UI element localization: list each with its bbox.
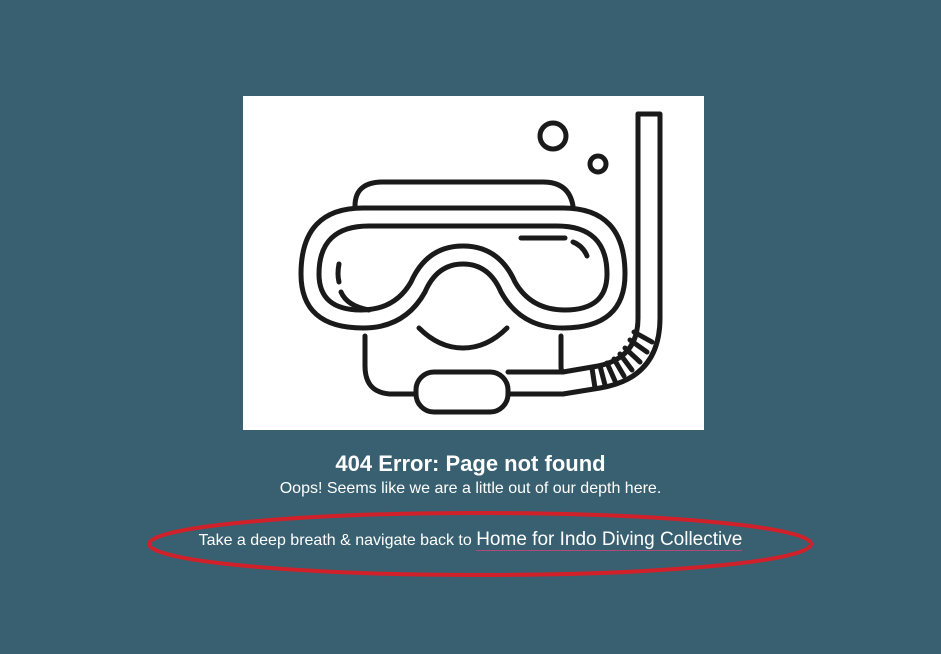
error-subtitle: Oops! Seems like we are a little out of …: [279, 480, 662, 497]
error-page: 404 Error: Page not found Oops! Seems li…: [0, 0, 941, 654]
error-title: 404 Error: Page not found: [335, 451, 606, 476]
snorkel-mask-icon: [298, 111, 663, 415]
navigation-message: Take a deep breath & navigate back to Ho…: [0, 528, 941, 553]
home-link[interactable]: Home for Indo Diving Collective: [476, 529, 743, 551]
snorkel-illustration: [243, 96, 704, 430]
navigation-prefix: Take a deep breath & navigate back to: [198, 532, 472, 549]
